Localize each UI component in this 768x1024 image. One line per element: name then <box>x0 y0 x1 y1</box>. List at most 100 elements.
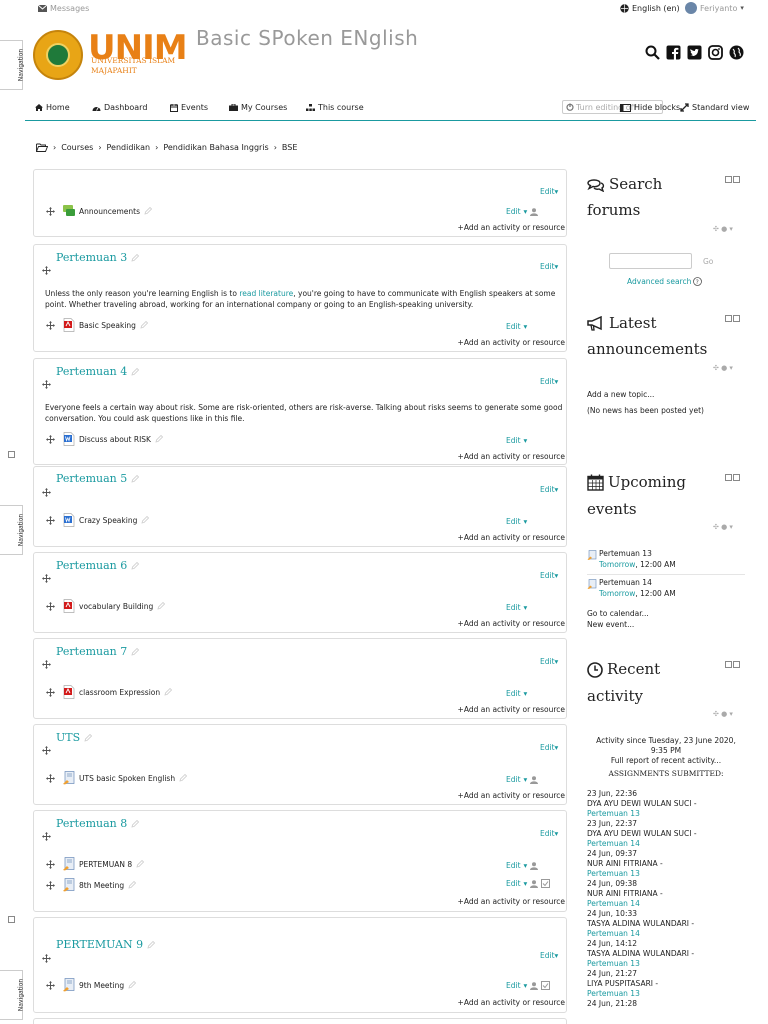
section-title[interactable]: PERTEMUAN 9 <box>56 938 156 951</box>
collapse-icon[interactable] <box>733 661 740 668</box>
dock-icon[interactable] <box>725 474 732 481</box>
move-icon[interactable] <box>42 488 51 497</box>
completion-check-icon[interactable] <box>541 981 551 990</box>
dock-icon[interactable] <box>725 661 732 668</box>
activity-edit-menu[interactable]: Edit ▾ <box>506 517 527 526</box>
pencil-icon[interactable] <box>131 254 140 262</box>
add-activity-link[interactable]: +Add an activity or resource <box>458 998 565 1007</box>
move-icon[interactable] <box>42 746 51 755</box>
pencil-icon[interactable] <box>84 734 93 742</box>
standard-view-toggle[interactable]: Standard view <box>680 103 749 112</box>
help-icon[interactable]: ? <box>693 277 703 286</box>
move-icon[interactable] <box>42 266 51 275</box>
pencil-icon[interactable] <box>179 774 188 782</box>
pencil-icon[interactable] <box>131 562 140 570</box>
assignment-link[interactable]: Pertemuan 13 <box>587 809 745 819</box>
assignment-link[interactable]: Pertemuan 13 <box>587 959 745 969</box>
advanced-search-link[interactable]: Advanced search? <box>627 277 703 286</box>
move-icon[interactable] <box>42 574 51 583</box>
move-icon[interactable] <box>42 832 51 841</box>
section-title[interactable]: Pertemuan 7 <box>56 645 140 658</box>
move-icon[interactable] <box>46 773 55 783</box>
breadcrumb-bse[interactable]: BSE <box>282 143 297 152</box>
section-edit-menu[interactable]: Edit▾ <box>540 485 558 494</box>
activity-link[interactable]: UTS basic Spoken English <box>79 774 175 783</box>
block-move-menu[interactable]: ✣ ● ▾ <box>713 225 733 233</box>
add-new-topic-link[interactable]: Add a new topic... <box>587 390 654 400</box>
activity-edit-menu[interactable]: Edit ▾ <box>506 689 527 698</box>
user-icon[interactable] <box>530 879 539 888</box>
new-event-link[interactable]: New event... <box>587 620 634 630</box>
collapse-icon[interactable] <box>733 176 740 183</box>
activity-link[interactable]: 9th Meeting <box>79 981 124 990</box>
assignment-link[interactable]: Pertemuan 14 <box>587 899 745 909</box>
pencil-icon[interactable] <box>164 688 173 696</box>
user-menu[interactable]: Feriyanto ▾ <box>685 2 744 14</box>
add-activity-link[interactable]: +Add an activity or resource <box>458 619 565 628</box>
breadcrumb-pbi[interactable]: Pendidikan Bahasa Inggris <box>163 143 268 152</box>
activity-link[interactable]: PERTEMUAN 8 <box>79 860 132 869</box>
move-icon[interactable] <box>46 980 55 990</box>
activity-edit-menu[interactable]: Edit ▾ <box>506 603 527 612</box>
pencil-icon[interactable] <box>131 368 140 376</box>
add-activity-link[interactable]: +Add an activity or resource <box>458 452 565 461</box>
minimize-icon[interactable] <box>8 916 15 923</box>
section-title[interactable]: UTS <box>56 731 93 744</box>
event-link[interactable]: Pertemuan 13 <box>599 549 652 559</box>
block-move-menu[interactable]: ✣ ● ▾ <box>713 523 733 531</box>
assignment-link[interactable]: Pertemuan 14 <box>587 929 745 939</box>
section-edit-menu[interactable]: Edit▾ <box>540 187 558 196</box>
navigation-drawer-tab[interactable]: Navigation <box>0 505 25 555</box>
breadcrumb-courses[interactable]: Courses <box>61 143 93 152</box>
collapse-icon[interactable] <box>733 315 740 322</box>
search-icon[interactable] <box>645 45 660 60</box>
pencil-icon[interactable] <box>157 602 166 610</box>
move-icon[interactable] <box>46 320 55 330</box>
minimize-icon[interactable] <box>8 451 15 458</box>
move-icon[interactable] <box>46 515 55 525</box>
nav-dashboard[interactable]: Dashboard <box>92 103 147 112</box>
pencil-icon[interactable] <box>131 820 140 828</box>
add-activity-link[interactable]: +Add an activity or resource <box>458 791 565 800</box>
event-link[interactable]: Pertemuan 14 <box>599 578 652 588</box>
section-title[interactable]: Pertemuan 6 <box>56 559 140 572</box>
globe-icon[interactable] <box>729 45 744 60</box>
messages-link[interactable]: Messages <box>38 4 89 13</box>
pencil-icon[interactable] <box>141 516 150 524</box>
move-icon[interactable] <box>46 880 55 890</box>
add-activity-link[interactable]: +Add an activity or resource <box>458 223 565 232</box>
move-icon[interactable] <box>46 434 55 444</box>
dock-icon[interactable] <box>725 315 732 322</box>
search-forums-input[interactable] <box>609 253 692 269</box>
section-edit-menu[interactable]: Edit▾ <box>540 657 558 666</box>
user-icon[interactable] <box>530 861 539 870</box>
pencil-icon[interactable] <box>155 435 163 443</box>
search-go-button[interactable]: Go <box>703 257 713 266</box>
completion-check-icon[interactable] <box>541 879 551 888</box>
section-edit-menu[interactable]: Edit▾ <box>540 829 558 838</box>
activity-link[interactable]: vocabulary Building <box>79 602 153 611</box>
twitter-icon[interactable] <box>687 45 702 60</box>
activity-edit-menu[interactable]: Edit ▾ <box>506 775 539 784</box>
full-report-link[interactable]: Full report of recent activity... <box>587 756 745 766</box>
pencil-icon[interactable] <box>131 475 140 483</box>
move-icon[interactable] <box>42 660 51 669</box>
activity-link[interactable]: Discuss about RISK <box>79 435 151 444</box>
site-logo[interactable]: UNIM UNIVERSITAS ISLAM MAJAPAHIT <box>33 28 188 82</box>
assignment-link[interactable]: Pertemuan 13 <box>587 989 745 999</box>
pencil-icon[interactable] <box>128 981 137 989</box>
move-icon[interactable] <box>42 954 51 963</box>
language-menu[interactable]: English (en) <box>620 4 680 13</box>
pencil-icon[interactable] <box>140 321 148 329</box>
pencil-icon[interactable] <box>147 941 156 949</box>
breadcrumb-pendidikan[interactable]: Pendidikan <box>107 143 151 152</box>
section-edit-menu[interactable]: Edit▾ <box>540 377 558 386</box>
section-edit-menu[interactable]: Edit▾ <box>540 951 558 960</box>
section-title[interactable]: Pertemuan 8 <box>56 817 140 830</box>
pencil-icon[interactable] <box>136 860 145 868</box>
block-move-menu[interactable]: ✣ ● ▾ <box>713 710 733 718</box>
activity-edit-menu[interactable]: Edit ▾ <box>506 322 527 331</box>
instagram-icon[interactable] <box>708 45 723 60</box>
block-move-menu[interactable]: ✣ ● ▾ <box>713 364 733 372</box>
read-literature-link[interactable]: read literature <box>239 289 293 298</box>
